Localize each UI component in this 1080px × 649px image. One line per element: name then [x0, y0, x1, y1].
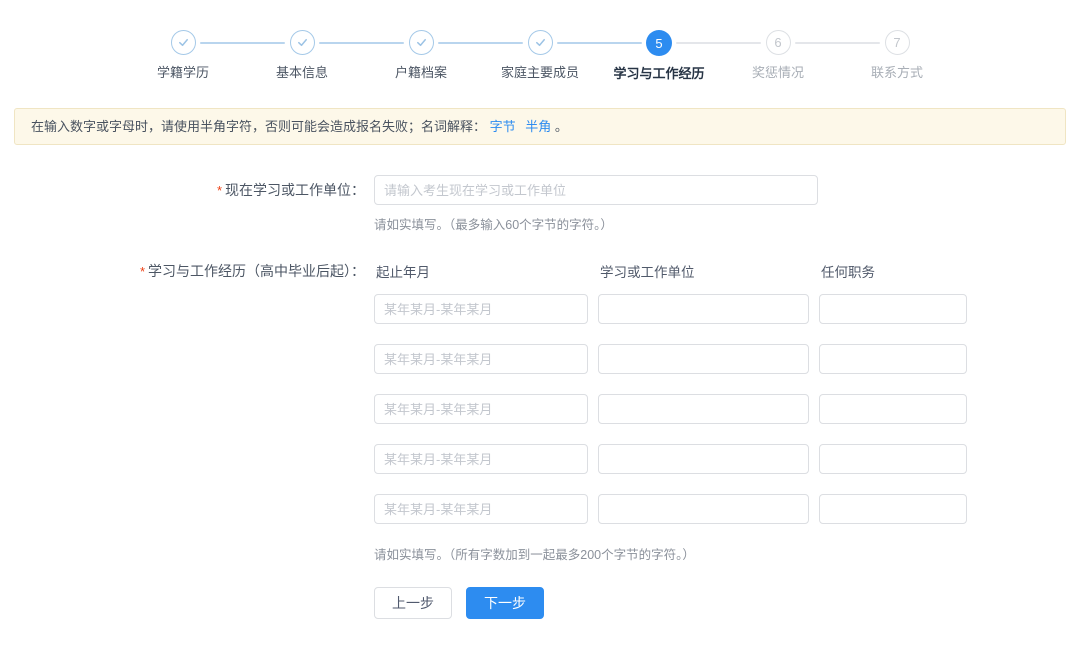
- experience-row-3: [374, 394, 967, 424]
- current-unit-row: *现在学习或工作单位： 请如实填写。（最多输入60个字节的字符。）: [0, 175, 1080, 233]
- step-4-family-members: 家庭主要成员: [481, 30, 642, 82]
- form-actions: 上一步 下一步: [374, 587, 967, 619]
- experience-row-2: [374, 344, 967, 374]
- previous-step-button[interactable]: 上一步: [374, 587, 452, 619]
- experience-row-1: [374, 294, 967, 324]
- experience-row-5: [374, 494, 967, 524]
- notice-bar: 在输入数字或字母时，请使用半角字符，否则可能会造成报名失败；名词解释： 字节 半…: [14, 108, 1066, 145]
- column-header-unit: 学习或工作单位: [600, 265, 695, 280]
- step-check-circle: [408, 30, 434, 55]
- duty-input-2[interactable]: [819, 344, 967, 374]
- notice-text-suffix: 。: [554, 119, 568, 134]
- required-mark: *: [139, 264, 145, 279]
- step-label: 学习与工作经历: [613, 66, 705, 81]
- unit-input-2[interactable]: [598, 344, 809, 374]
- experience-section: * 学习与工作经历（高中毕业后起）： 起止年月 学习或工作单位 任何职务 某年某…: [0, 261, 1080, 619]
- step-check-circle: [289, 30, 315, 55]
- step-check-circle: [527, 30, 553, 55]
- step-6-rewards-punishments: 6 奖惩情况: [719, 30, 880, 82]
- duty-input-4[interactable]: [819, 444, 967, 474]
- steps-indicator: 学籍学历 基本信息 户籍档案 家庭主要成员 5 学习与工作经历 6 奖惩情况 7…: [124, 30, 957, 82]
- unit-input-4[interactable]: [598, 444, 809, 474]
- duty-input-3[interactable]: [819, 394, 967, 424]
- step-label: 联系方式: [870, 65, 923, 80]
- step-7-contact-info: 7 联系方式: [838, 30, 957, 82]
- current-unit-label: * 现在学习或工作单位：: [216, 182, 365, 198]
- required-mark: *: [216, 183, 222, 198]
- experience-label: * 学习与工作经历（高中毕业后起）：: [139, 263, 365, 279]
- registration-form-page: 学籍学历 基本信息 户籍档案 家庭主要成员 5 学习与工作经历 6 奖惩情况 7…: [0, 30, 1080, 649]
- step-label: 户籍档案: [394, 65, 447, 80]
- step-number: 6: [774, 35, 782, 50]
- unit-input-3[interactable]: [598, 394, 809, 424]
- step-2-basic-info: 基本信息: [243, 30, 404, 82]
- link-halfwidth-glossary[interactable]: 半角: [525, 119, 551, 134]
- step-label: 奖惩情况: [751, 65, 804, 80]
- step-label: 基本信息: [275, 65, 328, 80]
- duty-input-5[interactable]: [819, 494, 967, 524]
- check-icon: [178, 38, 188, 47]
- period-input-5[interactable]: [374, 494, 588, 524]
- current-unit-input[interactable]: [374, 175, 818, 205]
- current-unit-help: 请如实填写。（最多输入60个字节的字符。）: [374, 218, 613, 232]
- check-icon: [416, 38, 426, 47]
- unit-input-5[interactable]: [598, 494, 809, 524]
- experience-column-headers: 起止年月 学习或工作单位 任何职务: [374, 261, 967, 281]
- duty-input-1[interactable]: [819, 294, 967, 324]
- step-number: 5: [655, 35, 663, 51]
- step-5-study-work-experience: 5 学习与工作经历: [600, 30, 761, 82]
- column-header-period: 起止年月: [376, 265, 430, 280]
- step-number-circle: 7: [884, 30, 910, 55]
- experience-form: *现在学习或工作单位： 请如实填写。（最多输入60个字节的字符。） *学习与工作…: [0, 175, 1080, 619]
- step-check-circle: [170, 30, 196, 55]
- column-header-duty: 任何职务: [821, 265, 875, 280]
- step-1-school-record: 学籍学历: [124, 30, 285, 82]
- check-icon: [297, 38, 307, 47]
- step-3-household-file: 户籍档案: [362, 30, 523, 82]
- period-input-1[interactable]: [374, 294, 588, 324]
- next-step-button[interactable]: 下一步: [466, 587, 544, 619]
- step-number-circle: 6: [765, 30, 791, 55]
- link-byte-glossary[interactable]: 字节: [490, 119, 516, 134]
- experience-row-4: [374, 444, 967, 474]
- check-icon: [535, 38, 545, 47]
- step-number-circle: 5: [646, 30, 672, 56]
- period-input-2[interactable]: [374, 344, 588, 374]
- step-number: 7: [893, 35, 901, 50]
- notice-text: 在输入数字或字母时，请使用半角字符，否则可能会造成报名失败；名词解释：: [31, 119, 487, 134]
- period-input-3[interactable]: [374, 394, 588, 424]
- step-label: 家庭主要成员: [500, 65, 579, 80]
- period-input-4[interactable]: [374, 444, 588, 474]
- unit-input-1[interactable]: [598, 294, 809, 324]
- experience-help: 请如实填写。（所有字数加到一起最多200个字节的字符。）: [374, 548, 695, 562]
- step-label: 学籍学历: [156, 65, 209, 80]
